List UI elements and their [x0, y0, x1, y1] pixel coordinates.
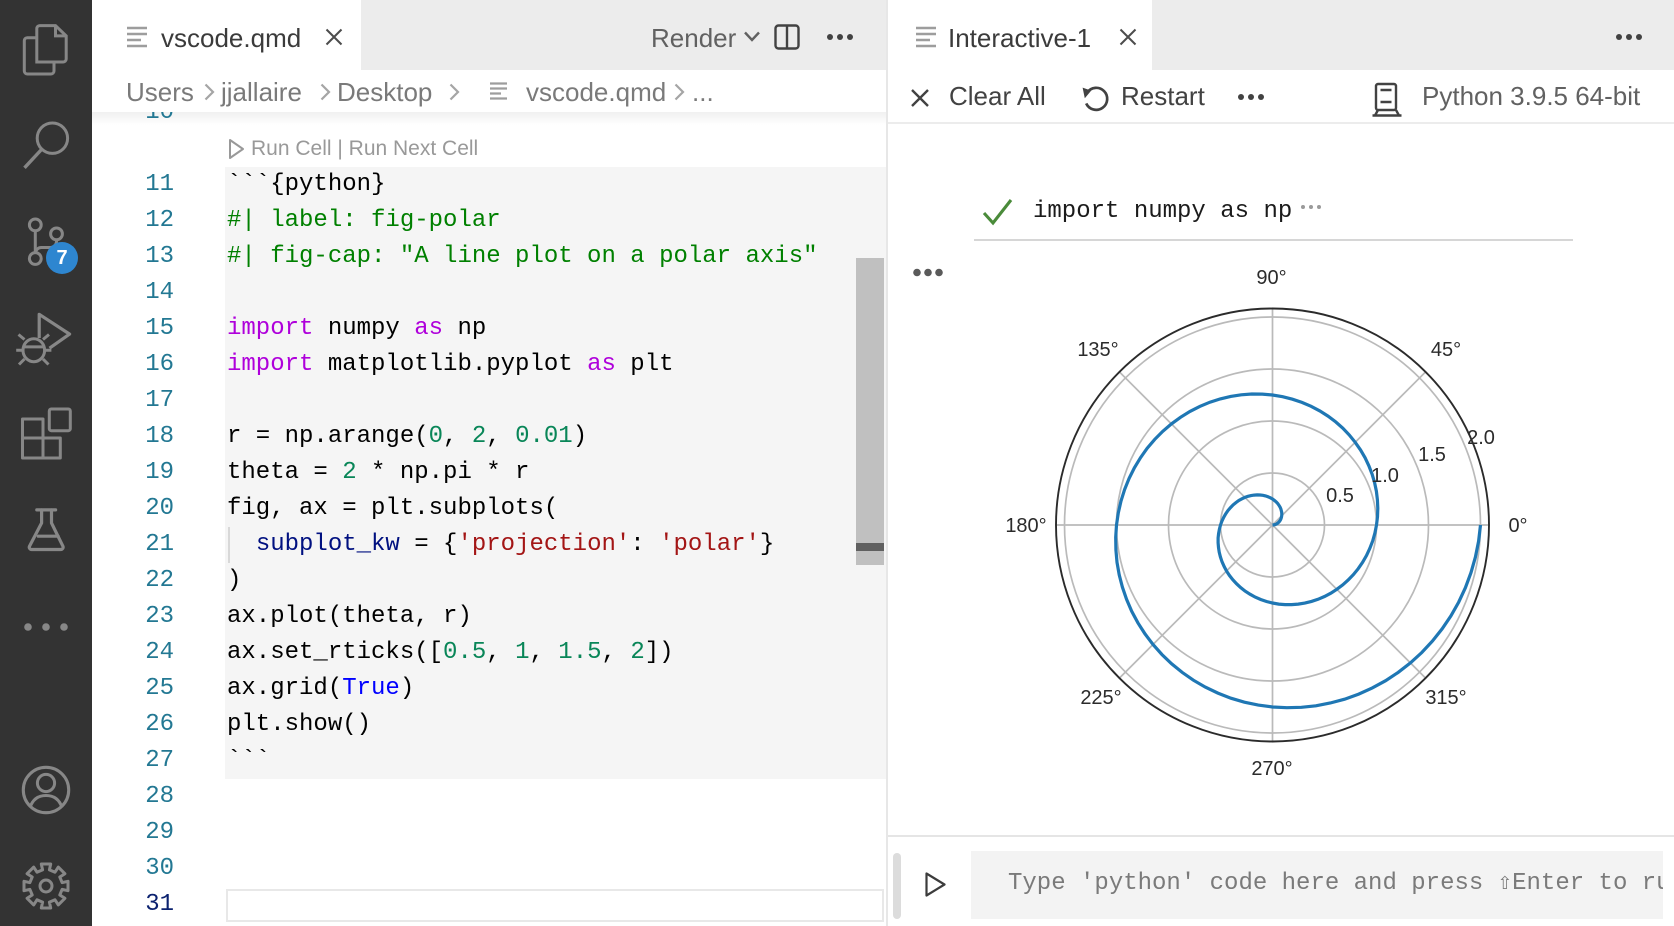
- svg-text:2.0: 2.0: [1467, 427, 1495, 449]
- svg-text:180°: 180°: [1005, 515, 1046, 537]
- svg-text:0.5: 0.5: [1326, 485, 1354, 507]
- svg-text:315°: 315°: [1425, 687, 1466, 709]
- svg-text:135°: 135°: [1077, 339, 1118, 361]
- svg-text:45°: 45°: [1431, 339, 1461, 361]
- svg-text:1.0: 1.0: [1371, 465, 1399, 487]
- svg-text:0°: 0°: [1508, 515, 1527, 537]
- svg-text:270°: 270°: [1251, 758, 1292, 780]
- svg-text:1.5: 1.5: [1418, 444, 1446, 466]
- svg-text:90°: 90°: [1256, 267, 1286, 289]
- svg-text:225°: 225°: [1080, 687, 1121, 709]
